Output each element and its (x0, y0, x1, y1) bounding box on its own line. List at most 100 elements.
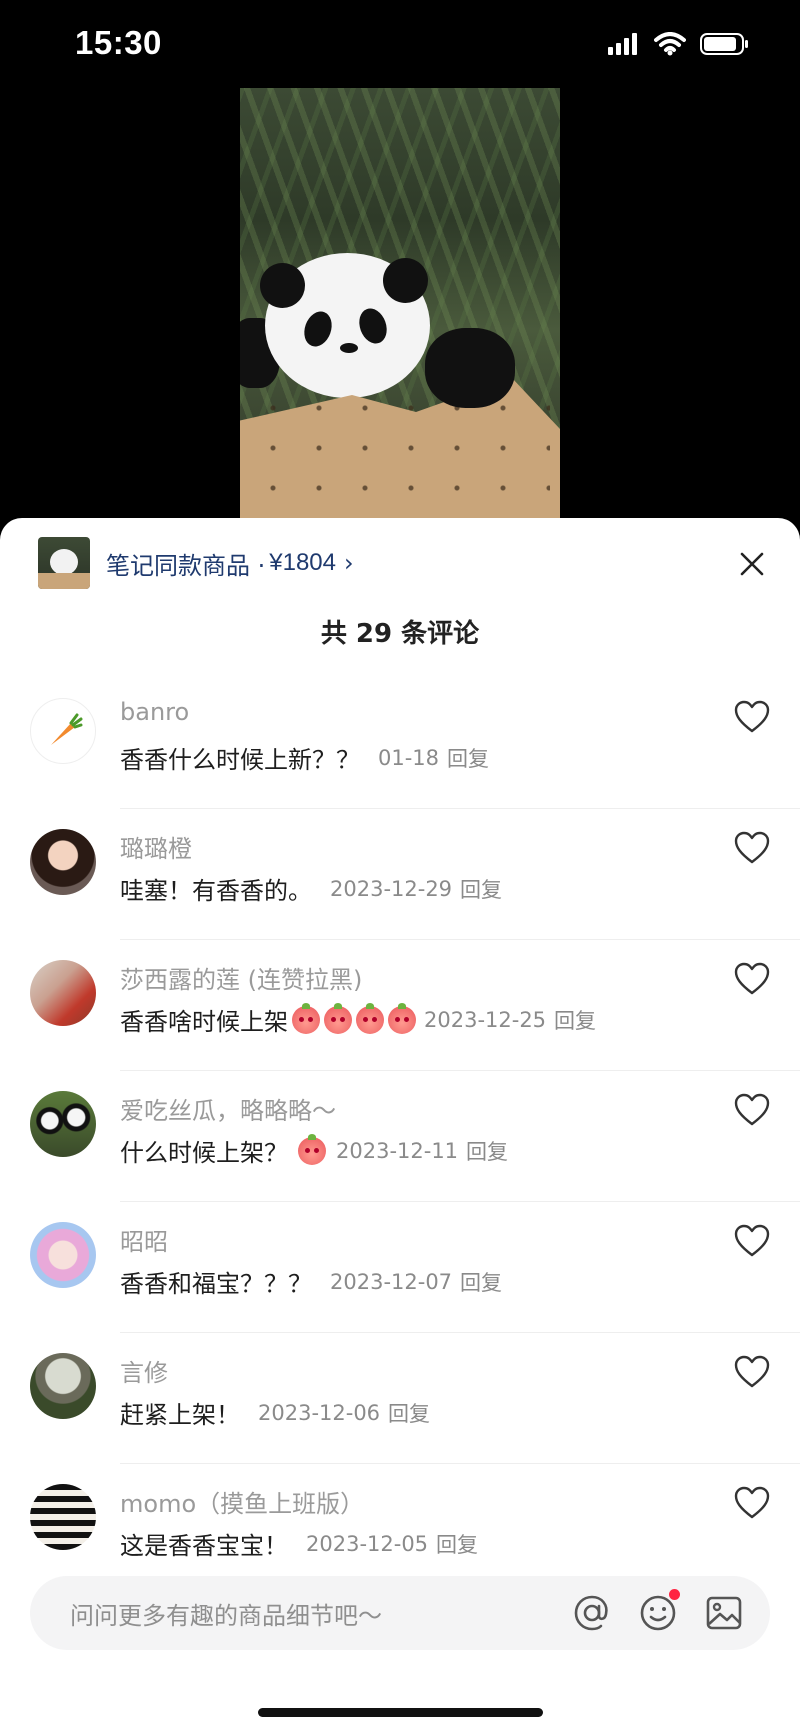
comment-text: 香香和福宝？？？ (120, 1270, 312, 1298)
panda-eye (354, 304, 392, 348)
reply-button[interactable]: 回复 (554, 1005, 596, 1035)
product-label-text: 笔记同款商品 · (106, 551, 266, 580)
comment-item: 莎西露的莲 (连赞拉黑) 香香啥时候上架 2023-12-25 回复 (0, 940, 800, 1071)
comment-body: 香香啥时候上架 2023-12-25 回复 (120, 1002, 596, 1037)
comment-item: 言修 赶紧上架！ 2023-12-06 回复 (0, 1333, 800, 1464)
comment-body: 这是香香宝宝！ 2023-12-05 回复 (120, 1526, 478, 1561)
product-link[interactable]: 笔记同款商品 · ¥1804 › (38, 536, 354, 590)
comment-text: 香香什么时候上新？？ (120, 746, 360, 774)
panda-ear (260, 263, 305, 308)
box-pattern (250, 388, 550, 508)
heart-icon[interactable] (734, 1093, 770, 1127)
reply-button[interactable]: 回复 (466, 1136, 508, 1166)
heart-eyes-emoji-icon (388, 1002, 416, 1034)
reply-button[interactable]: 回复 (460, 1267, 502, 1297)
comment-date: 2023-12-29 (330, 876, 453, 901)
comment-body: 香香和福宝？？？ 2023-12-07 回复 (120, 1264, 502, 1299)
reply-button[interactable]: 回复 (388, 1398, 430, 1428)
comment-username[interactable]: 莎西露的莲 (连赞拉黑) (120, 960, 362, 995)
comment-item: 昭昭 香香和福宝？？？ 2023-12-07 回复 (0, 1202, 800, 1333)
status-bar: 15:30 (0, 0, 800, 90)
comment-text: 什么时候上架？ (120, 1139, 288, 1167)
carrot-avatar-icon (51, 713, 83, 745)
status-time: 15:30 (75, 24, 162, 61)
comment-username[interactable]: momo（摸鱼上班版） (120, 1484, 364, 1519)
emoji-button[interactable] (638, 1589, 680, 1633)
avatar[interactable] (30, 698, 96, 764)
comment-text: 哇塞！有香香的。 (120, 877, 312, 905)
heart-eyes-emoji-icon (324, 1002, 352, 1034)
comment-username[interactable]: 爱吃丝瓜，略略略～ (120, 1091, 336, 1126)
reply-button[interactable]: 回复 (436, 1529, 478, 1559)
comment-item: 璐璐橙 哇塞！有香香的。 2023-12-29 回复 (0, 809, 800, 940)
avatar[interactable] (30, 1353, 96, 1419)
comment-date: 2023-12-05 (306, 1531, 429, 1556)
comment-date: 2023-12-11 (336, 1138, 459, 1163)
comment-body: 什么时候上架？ 2023-12-11 回复 (120, 1133, 508, 1168)
signal-icon (608, 33, 637, 55)
product-label: 笔记同款商品 · ¥1804 › (106, 546, 354, 581)
comment-username[interactable]: banro (120, 698, 189, 726)
heart-icon[interactable] (734, 700, 770, 734)
close-button[interactable] (732, 544, 772, 584)
close-icon (740, 552, 764, 576)
mention-button[interactable] (572, 1593, 612, 1633)
reply-button[interactable]: 回复 (447, 743, 489, 773)
comment-input[interactable]: 问问更多有趣的商品细节吧～ (70, 1596, 572, 1631)
panda-ear (383, 258, 428, 303)
comment-body: 赶紧上架！ 2023-12-06 回复 (120, 1395, 430, 1430)
at-icon (574, 1595, 608, 1631)
comment-item: 爱吃丝瓜，略略略～ 什么时候上架？ 2023-12-11 回复 (0, 1071, 800, 1202)
panda-head (260, 253, 430, 398)
battery-icon (700, 33, 748, 55)
comment-text: 香香啥时候上架 (120, 1008, 288, 1036)
thumbnail-box (38, 573, 90, 589)
avatar[interactable] (30, 829, 96, 895)
heart-icon[interactable] (734, 831, 770, 865)
chevron-right-icon: › (344, 549, 354, 577)
comment-body: 香香什么时候上新？？ 01-18 回复 (120, 740, 489, 775)
video-preview[interactable] (240, 88, 560, 528)
comment-username[interactable]: 言修 (120, 1353, 168, 1388)
crying-emoji-icon (298, 1133, 326, 1165)
avatar[interactable] (30, 1222, 96, 1288)
comment-item: banro 香香什么时候上新？？ 01-18 回复 (0, 678, 800, 809)
notification-dot (669, 1589, 680, 1600)
heart-icon[interactable] (734, 1224, 770, 1258)
wifi-icon (654, 32, 686, 56)
comment-date: 01-18 (378, 745, 440, 770)
comment-text: 这是香香宝宝！ (120, 1532, 288, 1560)
avatar[interactable] (30, 960, 96, 1026)
comment-username[interactable]: 璐璐橙 (120, 829, 192, 864)
heart-icon[interactable] (734, 1355, 770, 1389)
image-button[interactable] (704, 1593, 744, 1633)
comment-text: 赶紧上架！ (120, 1401, 240, 1429)
product-thumbnail (38, 537, 90, 589)
panda-eye (299, 307, 337, 351)
comment-body: 哇塞！有香香的。 2023-12-29 回复 (120, 871, 502, 906)
image-icon (706, 1596, 742, 1630)
avatar[interactable] (30, 1091, 96, 1157)
status-icons (608, 32, 750, 56)
heart-eyes-emoji-icon (292, 1002, 320, 1034)
avatar[interactable] (30, 1484, 96, 1550)
home-indicator[interactable] (258, 1708, 543, 1717)
heart-eyes-emoji-icon (356, 1002, 384, 1034)
comment-username[interactable]: 昭昭 (120, 1222, 168, 1257)
comment-date: 2023-12-25 (424, 1007, 547, 1032)
comment-list: banro 香香什么时候上新？？ 01-18 回复 璐璐橙 哇塞！有香香的。 2… (0, 678, 800, 1595)
comment-date: 2023-12-07 (330, 1269, 453, 1294)
reply-button[interactable]: 回复 (460, 874, 502, 904)
panda-nose (340, 343, 358, 353)
comment-input-bar[interactable]: 问问更多有趣的商品细节吧～ (30, 1576, 770, 1650)
thumbnail-panda (50, 549, 78, 575)
panda-paw (425, 328, 515, 408)
emoji-icon (640, 1595, 676, 1631)
comment-count: 共 29 条评论 (320, 619, 480, 649)
heart-icon[interactable] (734, 1486, 770, 1520)
comment-date: 2023-12-06 (258, 1400, 381, 1425)
comment-sheet: 笔记同款商品 · ¥1804 › 共 29 条评论 banro 香香什么时候上新… (0, 518, 800, 1730)
product-price: ¥1804 (269, 549, 337, 576)
input-actions (572, 1589, 744, 1633)
heart-icon[interactable] (734, 962, 770, 996)
